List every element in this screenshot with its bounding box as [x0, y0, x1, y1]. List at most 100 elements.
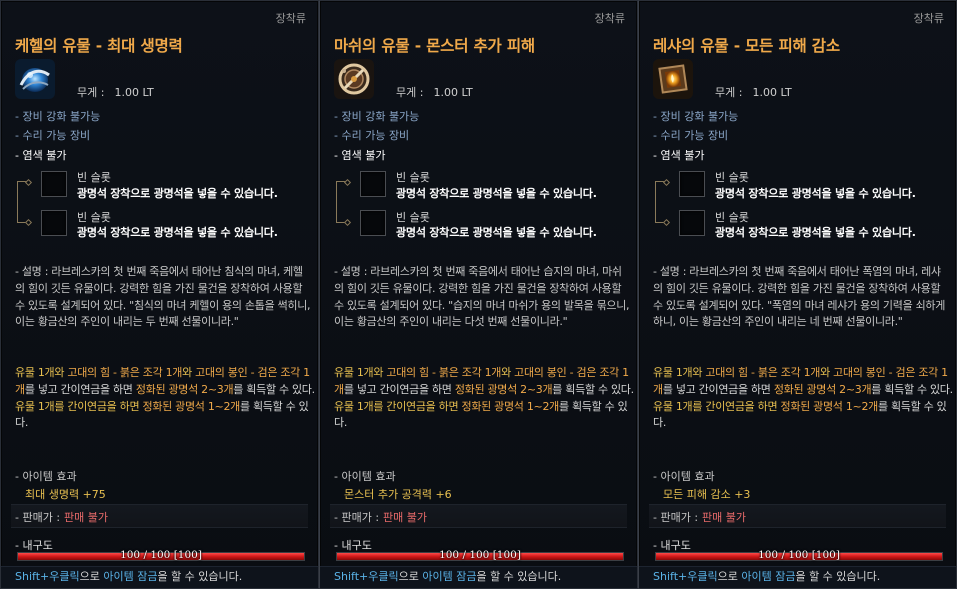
flag-repairable: - 수리 가능 장비	[653, 129, 729, 142]
recipe-result: 정화된 광명석 1~2개	[461, 399, 560, 413]
weight-label: 무게 :	[715, 86, 743, 99]
slot-title: 빈 슬롯	[77, 171, 111, 184]
item-weight: 무게 : 1.00 LT	[715, 84, 792, 100]
bronze-compass-relic-icon[interactable]	[334, 59, 374, 99]
flag-no-enhance: - 장비 강화 불가능	[15, 110, 101, 123]
recipe-result: 정화된 광명석 2~3개	[773, 382, 872, 396]
recipe-text: 유물 1개와	[334, 366, 387, 379]
recipe-text: 를 넣고 간이연금을 하면	[343, 382, 455, 396]
footer-hint: Shift+우클릭으로 아이템 잠금을 할 수 있습니다.	[15, 568, 242, 584]
sell-label: - 판매가 :	[334, 511, 380, 524]
item-tooltip: 장착류 케헬의 유물 - 최대 생명력 무게 : 1.00 LT - 장비 강화 …	[0, 0, 319, 589]
hint-key: Shift+우클릭	[653, 570, 718, 583]
tooltip-comparison: 장착류 케헬의 유물 - 최대 생명력 무게 : 1.00 LT - 장비 강화 …	[0, 0, 957, 589]
sell-price: - 판매가 : 판매 불가	[653, 509, 746, 525]
recipe-text: 유물 1개를 간이연금을 하면	[334, 399, 462, 413]
hint-key: Shift+우클릭	[15, 570, 80, 583]
flag-no-enhance: - 장비 강화 불가능	[653, 110, 739, 123]
item-weight: 무게 : 1.00 LT	[77, 84, 154, 100]
item-weight: 무게 : 1.00 LT	[396, 84, 473, 100]
recipe-text: 유물 1개와	[653, 366, 706, 379]
weight-value: 1.00 LT	[433, 86, 473, 99]
effect-value: 최대 생명력 +75	[25, 488, 106, 501]
alchemy-recipe: 유물 1개와 고대의 힘 - 붉은 조각 1개와 고대의 봉인 - 검은 조각 …	[334, 365, 634, 432]
item-title: 마쉬의 유물 - 몬스터 추가 피해	[334, 37, 535, 55]
golden-lantern-relic-icon[interactable]	[653, 59, 693, 99]
recipe-text: 유물 1개와	[15, 366, 68, 379]
recipe-text: 를 넣고 간이연금을 하면	[662, 382, 774, 396]
slot-desc: 광명석 장착으로 광명석을 넣을 수 있습니다.	[396, 187, 597, 200]
hint-key: Shift+우클릭	[334, 570, 399, 583]
hint-text: 으로	[717, 570, 742, 583]
alchemy-recipe: 유물 1개와 고대의 힘 - 붉은 조각 1개와 고대의 봉인 - 검은 조각 …	[653, 365, 953, 432]
alchemy-recipe: 유물 1개와 고대의 힘 - 붉은 조각 1개와 고대의 봉인 - 검은 조각 …	[15, 365, 315, 432]
item-tooltip: 장착류 레샤의 유물 - 모든 피해 감소 무게 : 1.00 LT - 장비 강…	[638, 0, 957, 589]
socket-diamond	[24, 218, 33, 227]
effect-value: 몬스터 추가 공격력 +6	[344, 488, 452, 501]
sell-value: 판매 불가	[64, 511, 109, 524]
item-tooltip: 장착류 마쉬의 유물 - 몬스터 추가 피해 무게 : 1.00 LT - 장비 …	[319, 0, 638, 589]
item-category: 장착류	[913, 12, 944, 25]
recipe-text: 유물 1개를 간이연금을 하면	[15, 399, 143, 413]
hint-text: 으로	[79, 570, 104, 583]
slot-desc: 광명석 장착으로 광명석을 넣을 수 있습니다.	[396, 226, 597, 239]
recipe-material: 고대의 힘 - 붉은 조각 1개	[705, 366, 821, 379]
slot-desc: 광명석 장착으로 광명석을 넣을 수 있습니다.	[77, 187, 278, 200]
socket-bracket	[655, 181, 665, 223]
sell-label: - 판매가 :	[653, 511, 699, 524]
durability-text: 100 / 100 [100]	[120, 549, 202, 561]
durability-text: 100 / 100 [100]	[758, 549, 840, 561]
sell-price: - 판매가 : 판매 불가	[15, 509, 108, 525]
recipe-text: 와	[501, 366, 515, 379]
recipe-text: 와	[182, 366, 196, 379]
crystal-slot-2[interactable]	[360, 210, 386, 236]
durability-text: 100 / 100 [100]	[439, 549, 521, 561]
slot-desc: 광명석 장착으로 광명석을 넣을 수 있습니다.	[77, 226, 278, 239]
item-title: 케헬의 유물 - 최대 생명력	[15, 37, 183, 55]
flag-no-dye: - 염색 불가	[653, 149, 705, 162]
footer-hint: Shift+우클릭으로 아이템 잠금을 할 수 있습니다.	[334, 568, 561, 584]
weight-label: 무게 :	[396, 86, 424, 99]
sell-value: 판매 불가	[702, 511, 747, 524]
hint-action: 아이템 잠금	[422, 570, 477, 583]
effect-label: - 아이템 효과	[334, 470, 396, 483]
socket-diamond	[662, 218, 671, 227]
crystal-slot-2[interactable]	[679, 210, 705, 236]
crystal-slot-1[interactable]	[360, 171, 386, 197]
recipe-text: 와	[820, 366, 834, 379]
recipe-result: 정화된 광명석 1~2개	[780, 399, 879, 413]
item-category: 장착류	[594, 12, 625, 25]
recipe-material: 고대의 힘 - 붉은 조각 1개	[386, 366, 502, 379]
sell-label: - 판매가 :	[15, 511, 61, 524]
slot-title: 빈 슬롯	[77, 211, 111, 224]
item-category: 장착류	[275, 12, 306, 25]
item-description: - 설명 : 라브레스카의 첫 번째 죽음에서 태어난 습지의 마녀, 마쉬의 …	[334, 265, 630, 329]
flag-repairable: - 수리 가능 장비	[334, 129, 410, 142]
hint-text: 을 할 수 있습니다.	[157, 570, 243, 583]
socket-bracket	[17, 181, 27, 223]
socket-diamond	[343, 218, 352, 227]
crystal-slot-1[interactable]	[41, 171, 67, 197]
slot-desc: 광명석 장착으로 광명석을 넣을 수 있습니다.	[715, 187, 916, 200]
recipe-text: 를 획득할 수 있다.	[233, 382, 315, 396]
recipe-result: 정화된 광명석 2~3개	[135, 382, 234, 396]
flag-no-enhance: - 장비 강화 불가능	[334, 110, 420, 123]
sell-price: - 판매가 : 판매 불가	[334, 509, 427, 525]
weight-value: 1.00 LT	[752, 86, 792, 99]
effect-label: - 아이템 효과	[15, 470, 77, 483]
recipe-text: 를 넣고 간이연금을 하면	[24, 382, 136, 396]
crystal-slot-1[interactable]	[679, 171, 705, 197]
weight-label: 무게 :	[77, 86, 105, 99]
item-title: 레샤의 유물 - 모든 피해 감소	[653, 37, 840, 55]
hint-action: 아이템 잠금	[103, 570, 158, 583]
weight-value: 1.00 LT	[114, 86, 154, 99]
recipe-result: 정화된 광명석 1~2개	[142, 399, 241, 413]
hint-text: 을 할 수 있습니다.	[476, 570, 562, 583]
flag-no-dye: - 염색 불가	[15, 149, 67, 162]
hint-text: 을 할 수 있습니다.	[795, 570, 881, 583]
sell-value: 판매 불가	[383, 511, 428, 524]
recipe-result: 정화된 광명석 2~3개	[454, 382, 553, 396]
blue-orb-relic-icon[interactable]	[15, 59, 55, 99]
footer-hint: Shift+우클릭으로 아이템 잠금을 할 수 있습니다.	[653, 568, 880, 584]
crystal-slot-2[interactable]	[41, 210, 67, 236]
